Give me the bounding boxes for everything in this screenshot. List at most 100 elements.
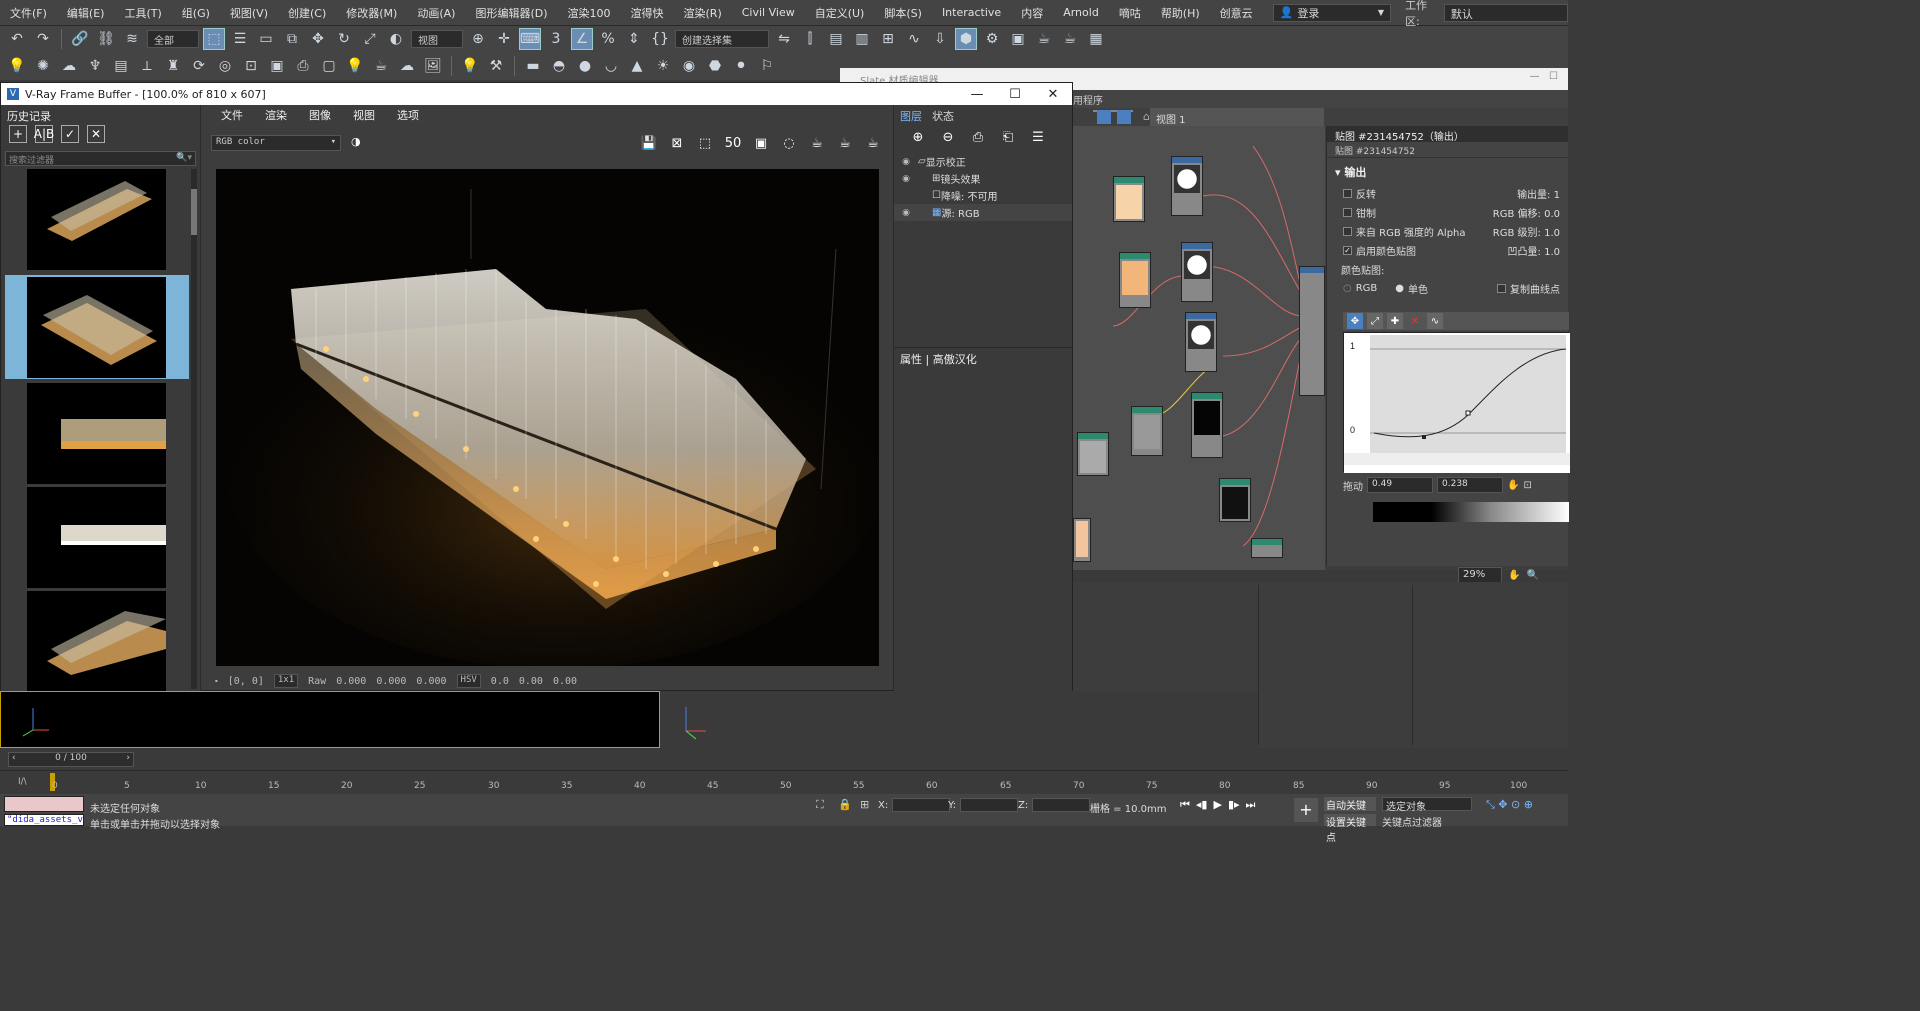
play-icon[interactable]: ▶	[1213, 798, 1221, 812]
alpha-from-rgb-checkbox[interactable]	[1343, 226, 1352, 236]
menu-render100[interactable]: 渲染100	[558, 5, 621, 21]
menu-content[interactable]: 内容	[1011, 5, 1053, 21]
ref-coord-dropdown[interactable]: 视图	[411, 30, 463, 48]
rgb-radio[interactable]: ○	[1343, 283, 1352, 294]
menu-interactive[interactable]: Interactive	[932, 6, 1011, 19]
reset-curve-icon[interactable]: ∿	[1427, 313, 1443, 329]
history-scrollbar-thumb[interactable]	[191, 189, 197, 235]
key-filter-dropdown[interactable]: 选定对象	[1382, 797, 1472, 813]
rendered-frame-icon[interactable]: ▣	[1007, 28, 1029, 50]
create-layer-icon[interactable]: ⊕	[908, 127, 928, 147]
move-point-icon[interactable]: ✥	[1347, 313, 1363, 329]
menu-scripting[interactable]: 脚本(S)	[874, 5, 932, 21]
delete-point-icon[interactable]: ✕	[1407, 313, 1423, 329]
bowl-icon[interactable]: ◡	[600, 55, 622, 77]
ball-icon[interactable]: ⚫	[730, 55, 752, 77]
slate-menu-hint[interactable]: 用程序	[1073, 96, 1103, 107]
menu-digu[interactable]: 嘀咕	[1109, 5, 1151, 21]
viewport-right[interactable]	[662, 691, 1258, 748]
lock-icon[interactable]: 🔒	[838, 798, 852, 811]
auto-key-button[interactable]: 自动关键点	[1324, 797, 1376, 827]
render-image[interactable]	[216, 169, 879, 666]
node-small[interactable]	[1251, 538, 1283, 558]
vfb-menu-image[interactable]: 图像	[309, 107, 331, 122]
bump-amount-value[interactable]: 1.0	[1544, 247, 1560, 258]
map-name-field[interactable]: 贴图 #231454752	[1327, 142, 1568, 158]
output-amount-value[interactable]: 1	[1554, 190, 1560, 201]
render-grid-icon[interactable]: ▦	[1085, 28, 1107, 50]
node-partial[interactable]	[1073, 518, 1091, 562]
cone-icon[interactable]: ▲	[626, 55, 648, 77]
node-texture[interactable]	[1119, 252, 1151, 308]
vray-table-icon[interactable]: ▤	[110, 55, 132, 77]
menu-customize[interactable]: 自定义(U)	[805, 5, 875, 21]
view-tab[interactable]: 视图 1	[1150, 108, 1324, 126]
window-crossing-icon[interactable]: ⧉	[281, 28, 303, 50]
next-frame-icon[interactable]: ▮▸	[1228, 798, 1240, 812]
vray-physical-camera-icon[interactable]: ⎙	[292, 55, 314, 77]
render-iterative-icon[interactable]: ☕	[1059, 28, 1081, 50]
slate-window-controls[interactable]: — ☐	[1529, 71, 1558, 82]
ratio-icon[interactable]: 50	[723, 133, 743, 153]
history-scrollbar[interactable]	[191, 169, 197, 689]
load-layers-icon[interactable]: ⎗	[998, 127, 1018, 147]
set-key-button[interactable]: 设置关键点	[1324, 814, 1376, 844]
vray-image-icon[interactable]: 🖼	[422, 55, 444, 77]
layout-icon[interactable]	[1097, 110, 1111, 124]
node-stars[interactable]	[1219, 478, 1251, 522]
rotate-icon[interactable]: ↻	[333, 28, 355, 50]
history-thumbnail[interactable]	[27, 383, 166, 484]
scale-icon[interactable]: ⤢	[359, 28, 381, 50]
save-layers-icon[interactable]: ⎙	[968, 127, 988, 147]
hand-icon[interactable]: ✋	[1507, 480, 1519, 491]
percent-snap-icon[interactable]: %	[597, 28, 619, 50]
go-to-start-icon[interactable]: ⏮	[1180, 798, 1190, 812]
zoom-dropdown[interactable]: 29%	[1458, 567, 1502, 583]
material-editor-icon[interactable]: ⬢	[955, 28, 977, 50]
history-thumbnail[interactable]	[27, 591, 166, 692]
menu-edit[interactable]: 编辑(E)	[57, 5, 115, 21]
dome-light-icon[interactable]: ☁	[58, 55, 80, 77]
menu-animation[interactable]: 动画(A)	[407, 5, 465, 21]
chevron-right-icon[interactable]: ›	[126, 753, 130, 763]
color-map-curve[interactable]: 1 0	[1343, 332, 1570, 473]
redo-icon[interactable]: ↷	[32, 28, 54, 50]
workspace-dropdown[interactable]: 默认	[1443, 3, 1568, 22]
vray-plane-icon[interactable]: ⊡	[240, 55, 262, 77]
eye-icon[interactable]: ◉	[894, 174, 918, 184]
vray-sphere-icon[interactable]: ◎	[214, 55, 236, 77]
invert-checkbox[interactable]	[1343, 188, 1352, 198]
channel-dropdown[interactable]: RGB color ▾	[211, 135, 341, 151]
rgb-level-value[interactable]: 1.0	[1544, 228, 1560, 239]
menu-creative-cloud[interactable]: 创意云	[1210, 5, 1263, 21]
layout-children-icon[interactable]	[1117, 110, 1131, 124]
zoom-extents-icon[interactable]: ⊡	[1523, 480, 1531, 491]
menu-civil-view[interactable]: Civil View	[732, 6, 805, 19]
delete-layer-icon[interactable]: ⊖	[938, 127, 958, 147]
snap-3d-icon[interactable]: 3	[545, 28, 567, 50]
maxscript-mini-input[interactable]: "dida_assets_v	[4, 814, 84, 826]
x-field[interactable]	[892, 798, 951, 812]
layer-row[interactable]: ◉ ▱ 显示校正	[894, 153, 1072, 170]
vray-teapot-icon[interactable]: ☕	[370, 55, 392, 77]
history-delete-icon[interactable]: ✕	[87, 125, 105, 143]
z-field[interactable]	[1032, 798, 1091, 812]
scale-dropdown[interactable]: 1x1	[273, 674, 299, 688]
layer-row[interactable]: ◉ ⊞ 镜头效果	[894, 170, 1072, 187]
history-compare-icon[interactable]: A|B	[34, 125, 54, 143]
output-rollout[interactable]: ▾ 输出	[1327, 158, 1568, 184]
proxy-icon[interactable]: ♜	[162, 55, 184, 77]
add-point-icon[interactable]: ✚	[1387, 313, 1403, 329]
render-production-icon[interactable]: ☕	[1033, 28, 1055, 50]
select-by-name-icon[interactable]: ☰	[229, 28, 251, 50]
copy-curve-checkbox[interactable]	[1497, 283, 1506, 293]
stop-render-icon[interactable]: ◌	[779, 133, 799, 153]
close-icon[interactable]: ✕	[1034, 83, 1072, 105]
bind-spacewarp-icon[interactable]: ≋	[121, 28, 143, 50]
placement-icon[interactable]: ◐	[385, 28, 407, 50]
vfb-menu-options[interactable]: 选项	[397, 107, 419, 122]
rgb-offset-value[interactable]: 0.0	[1544, 209, 1560, 220]
spinner-snap-icon[interactable]: ⇕	[623, 28, 645, 50]
rotate-proxy-icon[interactable]: ⟳	[188, 55, 210, 77]
dot-sphere-icon[interactable]: ◉	[678, 55, 700, 77]
